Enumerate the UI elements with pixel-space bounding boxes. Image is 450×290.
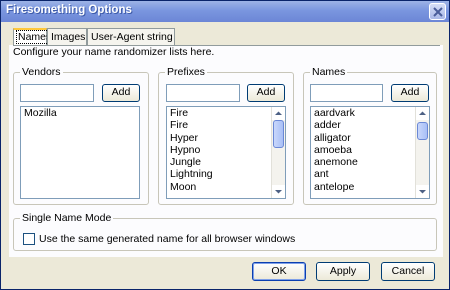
vendors-group-label: Vendors [20, 66, 63, 78]
vendors-list[interactable]: Mozilla [20, 106, 140, 199]
list-item[interactable]: Moon [167, 181, 285, 193]
list-item[interactable]: Mozilla [21, 107, 139, 119]
tab-images-label: Images [51, 31, 86, 43]
ok-button[interactable]: OK [252, 262, 306, 281]
tab-names[interactable]: Names [13, 28, 54, 45]
tab-user-agent-label: User-Agent string [91, 31, 173, 43]
close-button[interactable] [429, 3, 446, 20]
apply-button[interactable]: Apply [316, 262, 370, 281]
scroll-thumb[interactable] [417, 122, 428, 140]
same-name-checkbox[interactable] [23, 233, 35, 245]
chevron-up-icon [275, 111, 282, 115]
tab-user-agent-string[interactable]: User-Agent string [87, 28, 175, 45]
scroll-thumb[interactable] [273, 120, 284, 148]
list-item[interactable]: ant [311, 168, 429, 180]
chevron-down-icon [419, 190, 426, 194]
options-dialog: Firesomething Options Names Images User-… [0, 0, 450, 290]
chevron-down-icon [275, 190, 282, 194]
scroll-up-arrow[interactable] [416, 107, 429, 120]
window-title: Firesomething Options [6, 4, 132, 16]
list-item[interactable]: amoeba [311, 144, 429, 156]
list-item[interactable]: Hypno [167, 144, 285, 156]
prefixes-scrollbar[interactable] [271, 107, 285, 198]
names-input[interactable] [310, 84, 383, 102]
list-item[interactable]: Lightning [167, 168, 285, 180]
list-item[interactable]: Fire [167, 119, 285, 131]
prefixes-list[interactable]: Fire Fire Hyper Hypno Jungle Lightning M… [166, 106, 286, 199]
cancel-button[interactable]: Cancel [381, 262, 435, 281]
prefixes-group-label: Prefixes [165, 66, 207, 78]
list-item[interactable]: alligator [311, 132, 429, 144]
list-item[interactable]: aardvark [311, 107, 429, 119]
tab-images[interactable]: Images [47, 28, 87, 45]
names-group-label: Names [310, 66, 348, 78]
scroll-down-arrow[interactable] [416, 185, 429, 198]
names-scrollbar[interactable] [415, 107, 429, 198]
scroll-up-arrow[interactable] [272, 107, 285, 120]
scroll-down-arrow[interactable] [272, 185, 285, 198]
close-icon [433, 7, 443, 17]
list-item[interactable]: antelope [311, 181, 429, 193]
list-item[interactable]: anemone [311, 156, 429, 168]
list-item[interactable]: adder [311, 119, 429, 131]
same-name-checkbox-label[interactable]: Use the same generated name for all brow… [39, 233, 295, 245]
prefixes-add-button[interactable]: Add [247, 84, 285, 102]
list-item[interactable]: Fire [167, 107, 285, 119]
vendors-input[interactable] [20, 84, 94, 102]
single-name-mode-label: Single Name Mode [20, 212, 114, 224]
page-description: Configure your name randomizer lists her… [13, 46, 215, 58]
chevron-up-icon [419, 111, 426, 115]
list-item[interactable]: Hyper [167, 132, 285, 144]
names-list[interactable]: aardvark adder alligator amoeba anemone … [310, 106, 430, 199]
title-bar[interactable]: Firesomething Options [1, 1, 449, 22]
vendors-add-button[interactable]: Add [102, 84, 140, 102]
names-add-button[interactable]: Add [391, 84, 429, 102]
list-item[interactable]: Jungle [167, 156, 285, 168]
prefixes-input[interactable] [166, 84, 240, 102]
